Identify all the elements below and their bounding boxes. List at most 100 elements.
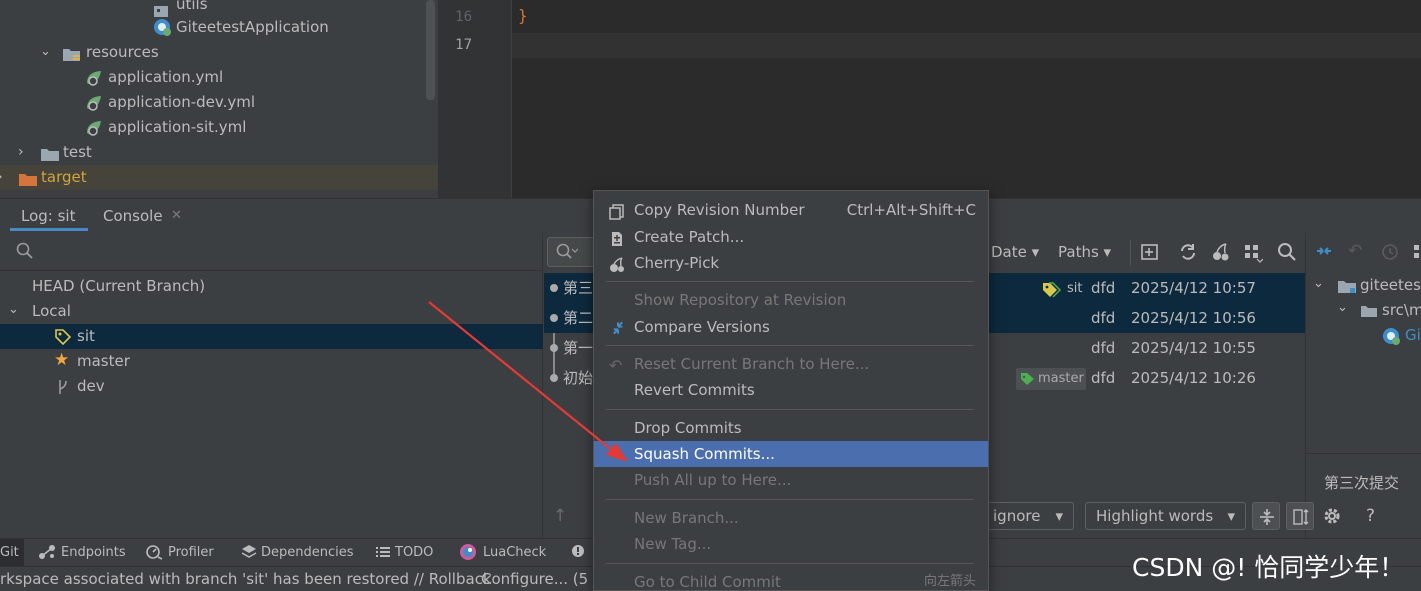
commit-date: 2025/4/12 10:55 bbox=[1131, 339, 1256, 357]
details-tree-path[interactable]: src\m bbox=[1382, 301, 1421, 319]
commit-tag: sit bbox=[1067, 281, 1083, 296]
new-tab-icon[interactable] bbox=[1140, 242, 1160, 266]
active-tab-indicator bbox=[10, 228, 88, 231]
tree-item-label: application-sit.yml bbox=[108, 118, 247, 136]
chevron-right-icon[interactable]: › bbox=[0, 165, 3, 190]
sync-scroll-icon[interactable] bbox=[1286, 502, 1314, 530]
menu-separator bbox=[606, 281, 974, 282]
tree-item-target[interactable]: › target bbox=[0, 165, 438, 190]
tree-item-label: application.yml bbox=[108, 68, 224, 86]
chevron-down-icon[interactable]: ⌄ bbox=[1313, 276, 1324, 291]
collapse-unchanged-icon[interactable] bbox=[1252, 502, 1280, 530]
menu-separator bbox=[606, 499, 974, 500]
commit-author: dfd bbox=[1091, 369, 1116, 387]
star-icon: ★ bbox=[54, 350, 70, 370]
branch-item-dev[interactable]: dev bbox=[0, 374, 543, 399]
commit-node bbox=[550, 374, 558, 382]
chevron-down-icon[interactable]: ⌄ bbox=[8, 297, 19, 322]
tool-dependencies[interactable]: Dependencies bbox=[261, 545, 354, 560]
tree-scrollbar[interactable] bbox=[426, 0, 435, 100]
menu-item-new-tag[interactable]: New Tag... bbox=[594, 531, 988, 557]
help-button[interactable]: ? bbox=[1366, 506, 1375, 526]
luacheck-icon bbox=[458, 542, 478, 566]
paths-filter[interactable]: Paths ▾ bbox=[1058, 243, 1111, 261]
gear-icon[interactable] bbox=[1322, 506, 1342, 530]
branch-group-label: Local bbox=[32, 302, 71, 320]
folder-icon bbox=[1360, 304, 1378, 322]
tree-item-giteetestapplication[interactable]: GiteetestApplication bbox=[0, 15, 438, 40]
menu-item-copy-revision-number[interactable]: Copy Revision Number Ctrl+Alt+Shift+C bbox=[594, 197, 988, 223]
cherry-pick-icon[interactable] bbox=[1211, 242, 1231, 266]
date-filter-label: Date bbox=[991, 243, 1027, 261]
code-closing-brace: } bbox=[518, 6, 528, 25]
project-tree: utils GiteetestApplication ⌄ resources a… bbox=[0, 0, 438, 198]
arrow-up-icon[interactable]: ↑ bbox=[553, 506, 567, 526]
search-icon bbox=[16, 242, 34, 264]
configure-link[interactable]: Configure... (5 m bbox=[481, 570, 608, 588]
menu-item-new-branch[interactable]: New Branch... bbox=[594, 505, 988, 531]
tree-item-application-yml[interactable]: application.yml bbox=[0, 65, 438, 90]
tool-endpoints[interactable]: Endpoints bbox=[61, 545, 126, 560]
menu-item-revert-commits[interactable]: Revert Commits bbox=[594, 377, 988, 403]
tab-console[interactable]: Console bbox=[103, 207, 163, 225]
current-line-highlight bbox=[512, 33, 1421, 58]
details-tree-file[interactable]: Gi bbox=[1405, 326, 1421, 344]
whitespace-ignore-dropdown[interactable]: ignore ▾ bbox=[976, 502, 1074, 530]
menu-item-compare-versions[interactable]: Compare Versions bbox=[594, 314, 988, 340]
branch-item-head[interactable]: HEAD (Current Branch) bbox=[0, 274, 543, 299]
profiler-icon bbox=[146, 544, 164, 564]
tool-profiler[interactable]: Profiler bbox=[168, 545, 214, 560]
tree-item-label: application-dev.yml bbox=[108, 93, 256, 111]
editor-gutter: 16 17 bbox=[438, 0, 512, 198]
menu-item-push-all-up-to-here[interactable]: Push All up to Here... bbox=[594, 467, 988, 493]
commit-message: 第三 bbox=[563, 279, 594, 297]
undo-icon: ↶ bbox=[1348, 241, 1363, 261]
menu-item-drop-commits[interactable]: Drop Commits bbox=[594, 415, 988, 441]
tree-item-test[interactable]: › test bbox=[0, 140, 438, 165]
branch-item-sit[interactable]: sit bbox=[0, 324, 543, 349]
chevron-down-icon[interactable]: ⌄ bbox=[40, 39, 51, 64]
chevron-down-icon[interactable]: ⌄ bbox=[1337, 300, 1348, 315]
compare-icon[interactable] bbox=[1314, 241, 1334, 265]
menu-item-show-repository-at-revision[interactable]: Show Repository at Revision bbox=[594, 287, 988, 313]
branch-group-local[interactable]: ⌄ Local bbox=[0, 299, 543, 324]
tree-item-resources[interactable]: ⌄ resources bbox=[0, 40, 438, 65]
branch-item-master[interactable]: ★ master bbox=[0, 349, 543, 374]
menu-item-reset-current-branch[interactable]: ↶ Reset Current Branch to Here... bbox=[594, 351, 988, 377]
chevron-right-icon[interactable]: › bbox=[18, 140, 24, 165]
commit-filter-field[interactable] bbox=[547, 237, 597, 267]
tab-log-sit[interactable]: Log: sit bbox=[21, 207, 75, 225]
menu-item-squash-commits[interactable]: Squash Commits... bbox=[594, 441, 988, 467]
date-filter[interactable]: Date ▾ bbox=[991, 243, 1039, 261]
commit-node bbox=[550, 314, 558, 322]
menu-separator bbox=[606, 345, 974, 346]
options-icon[interactable] bbox=[1414, 243, 1421, 263]
branch-label: dev bbox=[77, 377, 105, 395]
tree-item-label: target bbox=[41, 168, 87, 186]
problems-icon[interactable] bbox=[571, 543, 587, 563]
tool-todo[interactable]: TODO bbox=[395, 545, 433, 560]
tree-item-application-dev-yml[interactable]: application-dev.yml bbox=[0, 90, 438, 115]
tool-luacheck[interactable]: LuaCheck bbox=[483, 545, 546, 560]
menu-item-go-to-child-commit[interactable]: Go to Child Commit 向左箭头 bbox=[594, 569, 988, 591]
menu-item-create-patch[interactable]: Create Patch... bbox=[594, 224, 988, 250]
search-icon[interactable] bbox=[1277, 242, 1297, 266]
close-icon[interactable]: ✕ bbox=[171, 208, 182, 223]
highlight-words-dropdown[interactable]: Highlight words ▾ bbox=[1085, 502, 1246, 530]
menu-item-shortcut: 向左箭头 bbox=[923, 574, 976, 589]
menu-item-label: Compare Versions bbox=[634, 318, 770, 336]
tool-git[interactable]: Git bbox=[0, 545, 19, 560]
menu-item-label: Create Patch... bbox=[634, 228, 745, 246]
dependencies-icon bbox=[240, 544, 258, 564]
menu-item-shortcut: Ctrl+Alt+Shift+C bbox=[846, 201, 976, 219]
menu-item-label: Drop Commits bbox=[634, 419, 742, 437]
tree-item-application-sit-yml[interactable]: application-sit.yml bbox=[0, 115, 438, 140]
commit-date: 2025/4/12 10:56 bbox=[1131, 309, 1256, 327]
refresh-icon[interactable] bbox=[1178, 242, 1198, 266]
commit-author: dfd bbox=[1091, 279, 1116, 297]
menu-item-cherry-pick[interactable]: Cherry-Pick bbox=[594, 250, 988, 276]
grid-options-icon[interactable] bbox=[1243, 243, 1264, 267]
branch-search-field[interactable] bbox=[0, 233, 543, 271]
details-tree-root[interactable]: giteetes bbox=[1360, 276, 1421, 294]
code-editor[interactable] bbox=[512, 0, 1421, 198]
